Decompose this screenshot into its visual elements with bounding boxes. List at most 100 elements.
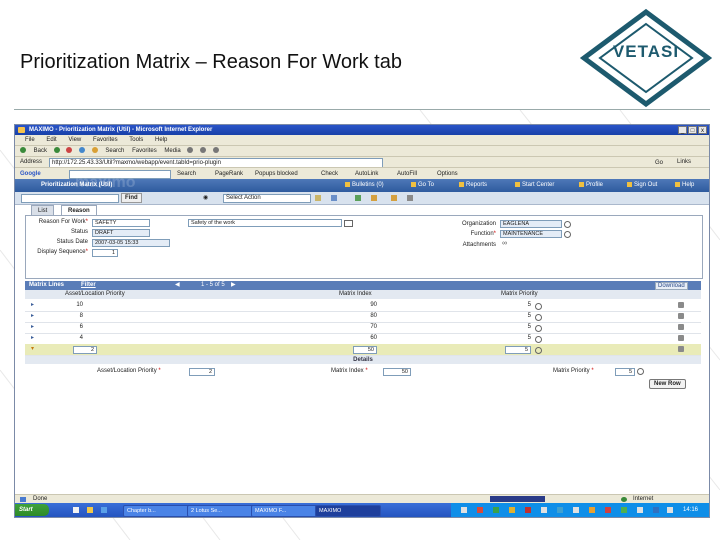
delete-row-icon[interactable] <box>678 335 684 341</box>
cell-matrix-priority-input[interactable]: 5 <box>505 346 531 354</box>
previous-icon[interactable] <box>355 195 361 201</box>
priority-lookup-icon[interactable] <box>535 336 542 343</box>
detail-asset-priority-input[interactable]: 2 <box>189 368 215 376</box>
select-action-dropdown[interactable]: Select Action <box>223 194 311 203</box>
history-icon[interactable] <box>187 147 194 154</box>
bookmark-icon[interactable] <box>391 195 397 201</box>
find-button[interactable]: Find <box>121 193 142 203</box>
nav-goto[interactable]: Go To <box>411 179 434 192</box>
col-asset-priority[interactable]: Asset/Location Priority <box>65 290 125 299</box>
tray-icon[interactable] <box>621 507 627 513</box>
function-lookup-icon[interactable] <box>564 231 571 238</box>
page-forward-icon[interactable]: ▶ <box>231 281 236 290</box>
maximize-button[interactable]: □ <box>688 126 697 134</box>
menu-edit[interactable]: Edit <box>46 137 56 143</box>
tray-icon[interactable] <box>461 507 467 513</box>
tray-icon[interactable] <box>509 507 515 513</box>
menu-file[interactable]: File <box>25 137 35 143</box>
menu-help[interactable]: Help <box>155 137 167 143</box>
back-button[interactable]: Back <box>34 148 47 154</box>
tray-icon[interactable] <box>477 507 483 513</box>
row-expand-icon[interactable]: ▸ <box>31 333 34 344</box>
row-expand-icon[interactable]: ▸ <box>31 322 34 333</box>
taskbar-item-maximo[interactable]: MAXIMO <box>315 505 381 517</box>
menu-tools[interactable]: Tools <box>129 137 143 143</box>
function-input[interactable]: MAINTENANCE <box>500 230 562 238</box>
back-icon[interactable] <box>20 147 26 154</box>
nav-reports[interactable]: Reports <box>459 179 487 192</box>
search-button[interactable]: Search <box>105 148 124 154</box>
nav-sign-out[interactable]: Sign Out <box>627 179 657 192</box>
delete-row-icon[interactable] <box>678 313 684 319</box>
quicklaunch-icon[interactable] <box>101 507 107 513</box>
nav-bulletins[interactable]: Bulletins (0) <box>345 179 384 192</box>
tray-icon[interactable] <box>653 507 659 513</box>
next-icon[interactable] <box>371 195 377 201</box>
refresh-icon[interactable] <box>79 147 86 154</box>
forward-icon[interactable] <box>53 147 60 154</box>
priority-lookup-icon[interactable] <box>535 303 542 310</box>
refresh-record-icon[interactable] <box>407 195 413 201</box>
col-matrix-priority[interactable]: Matrix Priority <box>501 290 538 299</box>
row-expand-icon[interactable]: ▸ <box>31 311 34 322</box>
tray-icon[interactable] <box>493 507 499 513</box>
row-expand-icon[interactable]: ▸ <box>31 300 34 311</box>
nav-profile[interactable]: Profile <box>579 179 603 192</box>
cell-matrix-index-input[interactable]: 50 <box>353 346 377 354</box>
taskbar-item-lotus[interactable]: 2 Lotus Se... <box>187 505 255 517</box>
detail-matrix-priority-input[interactable]: 5 <box>615 368 635 376</box>
minimize-button[interactable]: _ <box>678 126 687 134</box>
cell-asset-priority-input[interactable]: 2 <box>73 346 97 354</box>
download-button[interactable]: Download <box>655 282 688 290</box>
detail-priority-lookup-icon[interactable] <box>637 368 644 375</box>
priority-lookup-icon[interactable] <box>535 314 542 321</box>
taskbar-item-maximo-f[interactable]: MAXIMO F... <box>251 505 319 517</box>
tray-icon[interactable] <box>667 507 673 513</box>
menu-view[interactable]: View <box>68 137 81 143</box>
binoculars-icon[interactable]: ◉ <box>203 192 208 204</box>
filter-link[interactable]: Filter <box>81 281 96 290</box>
row-collapse-icon[interactable]: ▾ <box>31 344 34 355</box>
print-icon[interactable] <box>212 147 219 154</box>
delete-row-icon[interactable] <box>678 302 684 308</box>
organization-input[interactable]: EAGLENA <box>500 220 562 228</box>
tray-icon[interactable] <box>605 507 611 513</box>
reason-description-input[interactable]: Safety of the work <box>188 219 342 227</box>
delete-row-icon[interactable] <box>678 346 684 352</box>
find-input[interactable] <box>21 194 119 203</box>
start-button[interactable]: Start <box>15 504 49 516</box>
tray-icon[interactable] <box>525 507 531 513</box>
tray-icon[interactable] <box>557 507 563 513</box>
nav-help[interactable]: Help <box>675 179 694 192</box>
tray-icon[interactable] <box>541 507 547 513</box>
display-sequence-input[interactable]: 1 <box>92 249 118 257</box>
quicklaunch-icon[interactable] <box>87 507 93 513</box>
paperclip-icon[interactable]: ∞ <box>502 240 507 247</box>
stop-icon[interactable] <box>66 147 73 154</box>
priority-lookup-icon[interactable] <box>535 347 542 354</box>
taskbar-item-chapter[interactable]: Chapter b... <box>123 505 191 517</box>
long-description-icon[interactable] <box>344 220 353 227</box>
table-row-selected[interactable]: ▾ 2 50 5 <box>25 344 701 356</box>
tray-icon[interactable] <box>637 507 643 513</box>
new-row-button[interactable]: New Row <box>649 379 686 389</box>
page-back-icon[interactable]: ◀ <box>175 281 180 290</box>
favorites-button[interactable]: Favorites <box>132 148 157 154</box>
media-button[interactable]: Media <box>164 148 180 154</box>
tray-icon[interactable] <box>573 507 579 513</box>
delete-row-icon[interactable] <box>678 324 684 330</box>
col-matrix-index[interactable]: Matrix Index <box>339 290 372 299</box>
close-button[interactable]: x <box>698 126 707 134</box>
organization-lookup-icon[interactable] <box>564 221 571 228</box>
detail-matrix-index-input[interactable]: 50 <box>383 368 411 376</box>
new-record-icon[interactable] <box>315 195 321 201</box>
menu-favorites[interactable]: Favorites <box>93 137 118 143</box>
mail-icon[interactable] <box>200 147 207 154</box>
priority-lookup-icon[interactable] <box>535 325 542 332</box>
reason-for-work-input[interactable]: SAFETY <box>92 219 150 227</box>
home-icon[interactable] <box>91 147 98 154</box>
nav-start-center[interactable]: Start Center <box>515 179 554 192</box>
save-icon[interactable] <box>331 195 337 201</box>
tray-icon[interactable] <box>589 507 595 513</box>
quicklaunch-icon[interactable] <box>73 507 79 513</box>
